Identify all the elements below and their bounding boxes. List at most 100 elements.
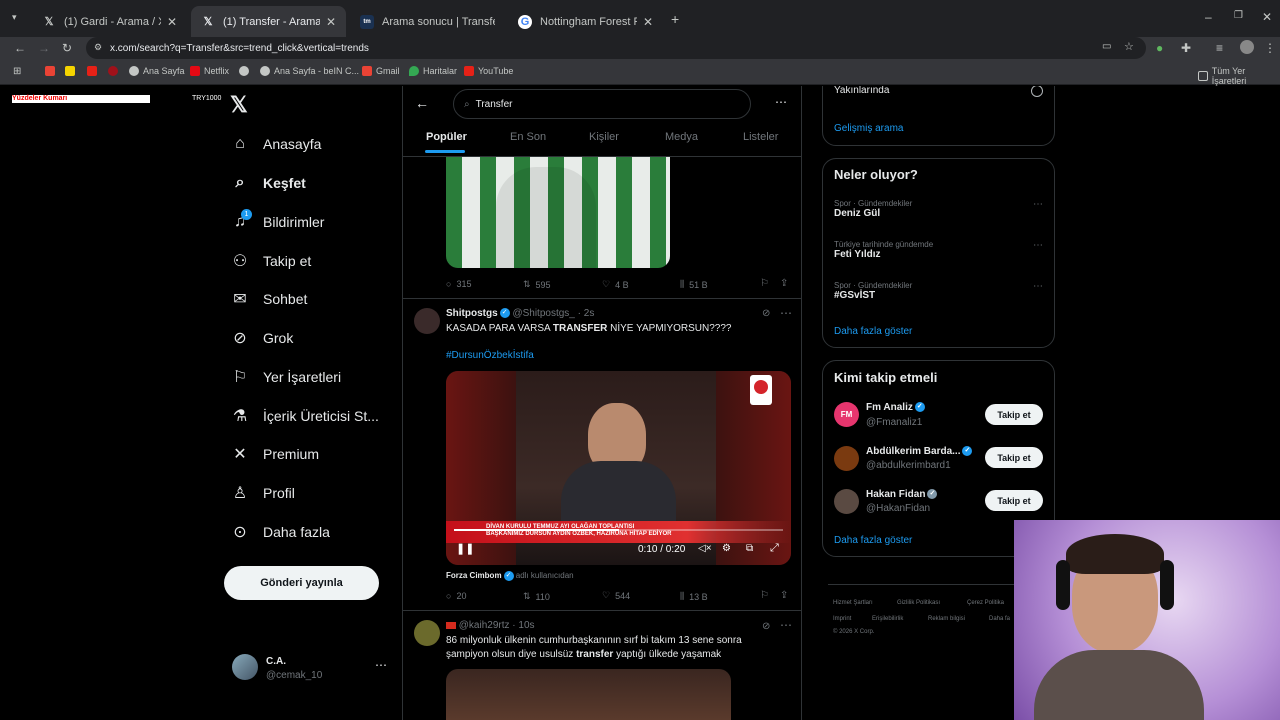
more-icon[interactable]: ⋯ xyxy=(780,618,792,632)
avatar[interactable] xyxy=(232,654,258,680)
star-icon[interactable]: ☆ xyxy=(1124,40,1134,53)
nav-profile[interactable]: ♙ Profil xyxy=(230,478,295,508)
avatar[interactable]: FM xyxy=(834,402,859,427)
show-more-link[interactable]: Daha fazla göster xyxy=(834,326,912,337)
puzzle-icon[interactable]: ✚ xyxy=(1181,41,1191,55)
footer-link[interactable]: Reklam bilgisi xyxy=(928,616,965,622)
tab-transfer[interactable]: 𝕏 (1) Transfer - Arama / X ✕ xyxy=(191,6,346,37)
menu-icon[interactable]: ⋮ xyxy=(1264,41,1276,55)
source-name[interactable]: Forza Cimbom xyxy=(446,571,502,580)
bookmark-netflix[interactable]: Netflix xyxy=(190,66,229,76)
bookmark-icon[interactable]: ⚐ xyxy=(760,278,769,289)
gmail-icon[interactable] xyxy=(45,66,55,76)
tab-media[interactable]: Medya xyxy=(665,131,698,143)
search-input[interactable]: ⌕ Transfer xyxy=(453,89,751,119)
nav-premium[interactable]: ✕ Premium xyxy=(230,439,319,469)
youtube-icon[interactable] xyxy=(87,66,97,76)
reply-button[interactable]: ○ 20 xyxy=(446,591,466,601)
reply-button[interactable]: ○ 315 xyxy=(446,279,471,289)
trend-item[interactable]: Türkiye tarihinde gündemde Feti Yıldız xyxy=(834,240,933,260)
cast-icon[interactable]: ▭ xyxy=(1102,41,1111,52)
hashtag-link[interactable]: #DursunÖzbekİstifa xyxy=(446,350,534,361)
close-icon[interactable]: ✕ xyxy=(326,15,336,29)
grok-icon[interactable]: ⊘ xyxy=(762,621,770,632)
tab-latest[interactable]: En Son xyxy=(510,131,546,143)
more-icon[interactable]: ⋯ xyxy=(1033,281,1043,292)
follow-button[interactable]: Takip et xyxy=(985,490,1043,511)
nearby-radio[interactable] xyxy=(1031,86,1043,97)
nav-home[interactable]: ⌂ Anasayfa xyxy=(230,129,321,159)
bookmark-globe[interactable] xyxy=(239,66,249,76)
tab-people[interactable]: Kişiler xyxy=(589,131,619,143)
nav-grok[interactable]: ⊘ Grok xyxy=(230,323,293,353)
follow-name[interactable]: Abdülkerim Barda... ✓ xyxy=(866,446,973,457)
author-handle[interactable]: @kaih29rtz xyxy=(459,620,510,631)
tab-lists[interactable]: Listeler xyxy=(743,131,778,143)
like-button[interactable]: ♡ 4 B xyxy=(602,279,629,290)
minimize-icon[interactable]: – xyxy=(1205,10,1212,24)
tweet-image[interactable] xyxy=(446,669,731,720)
new-tab-icon[interactable]: + xyxy=(671,11,679,27)
show-more-link[interactable]: Daha fazla göster xyxy=(834,535,912,546)
share-icon[interactable]: ⇪ xyxy=(780,590,788,601)
retweet-button[interactable]: ⇅ 110 xyxy=(523,591,550,602)
settings-icon[interactable]: ⚙ xyxy=(722,543,731,554)
mute-icon[interactable]: ◁× xyxy=(698,543,712,554)
avatar[interactable] xyxy=(834,489,859,514)
profile-avatar[interactable] xyxy=(1240,40,1254,54)
nav-creator-studio[interactable]: ⚗ İçerik Üreticisi St... xyxy=(230,401,379,431)
bookmark-icon[interactable]: ⚐ xyxy=(760,590,769,601)
back-icon[interactable]: ← xyxy=(14,41,26,55)
share-icon[interactable]: ⇪ xyxy=(780,278,788,289)
avatar[interactable] xyxy=(414,308,440,334)
tab-search-icon[interactable]: ▾ xyxy=(12,12,17,23)
extension-icon[interactable]: ● xyxy=(1156,41,1163,55)
footer-link[interactable]: Hizmet Şartları xyxy=(833,600,873,606)
nav-explore[interactable]: ⌕ Keşfet xyxy=(230,168,306,198)
yellow-icon[interactable] xyxy=(65,66,75,76)
views-button[interactable]: ⫼ 51 B xyxy=(680,279,708,290)
more-icon[interactable]: ⋯ xyxy=(780,306,792,320)
footer-link[interactable]: Daha fa xyxy=(989,616,1010,622)
footer-link[interactable]: Çerez Politika xyxy=(967,600,1004,606)
close-icon[interactable]: ✕ xyxy=(167,15,177,29)
fullscreen-icon[interactable]: ⤢ xyxy=(770,542,779,555)
more-icon[interactable]: ⋯ xyxy=(375,658,387,672)
x-logo-icon[interactable]: 𝕏 xyxy=(230,92,248,118)
follow-name[interactable]: Fm Analiz ✓ xyxy=(866,402,925,413)
bookmark-ana-sayfa[interactable]: Ana Sayfa xyxy=(129,66,185,76)
nav-notifications[interactable]: ♫ 1 Bildirimler xyxy=(230,207,324,237)
reload-icon[interactable]: ↻ xyxy=(62,41,72,55)
nav-messages[interactable]: ✉ Sohbet xyxy=(230,284,307,314)
pip-icon[interactable]: ⧉ xyxy=(746,543,753,554)
bookmark-gmail[interactable]: Gmail xyxy=(362,66,400,76)
tab-popular[interactable]: Popüler xyxy=(426,131,467,143)
bookmark-youtube[interactable]: YouTube xyxy=(464,66,513,76)
tweet-image[interactable] xyxy=(446,157,670,268)
restore-icon[interactable]: ❐ xyxy=(1234,10,1243,21)
site-info-icon[interactable]: ⚙ xyxy=(94,42,102,53)
address-bar[interactable]: ⚙ x.com/search?q=Transfer&src=trend_clic… xyxy=(86,37,1146,59)
author-name[interactable]: Shitpostgs xyxy=(446,308,498,319)
window-close-icon[interactable]: ✕ xyxy=(1262,10,1272,24)
advanced-search-link[interactable]: Gelişmiş arama xyxy=(834,123,903,134)
grok-icon[interactable]: ⊘ xyxy=(762,308,770,319)
views-button[interactable]: ⫼ 13 B xyxy=(680,591,708,602)
tab-gardi[interactable]: 𝕏 (1) Gardi - Arama / X ✕ xyxy=(32,6,187,37)
video-progress-track[interactable] xyxy=(454,529,783,531)
footer-link[interactable]: Erişilebilirlik xyxy=(872,616,903,622)
tweet-time[interactable]: 10s xyxy=(518,620,534,631)
tab-nottingham[interactable]: G Nottingham Forest FC - Google ✕ xyxy=(508,6,663,37)
tab-transfermarkt[interactable]: tm Arama sonucu | Transfermarkt xyxy=(350,6,505,37)
nav-follow[interactable]: ⚇ Takip et xyxy=(230,246,311,276)
pause-icon[interactable]: ❚❚ xyxy=(456,542,474,555)
more-icon[interactable]: ⋯ xyxy=(1033,240,1043,251)
follow-button[interactable]: Takip et xyxy=(985,447,1043,468)
opera-icon[interactable] xyxy=(108,66,118,76)
bookmark-all[interactable]: Tüm Yer İşaretleri xyxy=(1198,66,1280,86)
follow-button[interactable]: Takip et xyxy=(985,404,1043,425)
retweet-button[interactable]: ⇅ 595 xyxy=(523,279,551,290)
tweet-time[interactable]: 2s xyxy=(584,308,595,319)
nav-bookmarks[interactable]: ⚐ Yer İşaretleri xyxy=(230,362,341,392)
video-player[interactable]: DİVAN KURULU TEMMUZ AYI OLAĞAN TOPLANTIS… xyxy=(446,371,791,565)
